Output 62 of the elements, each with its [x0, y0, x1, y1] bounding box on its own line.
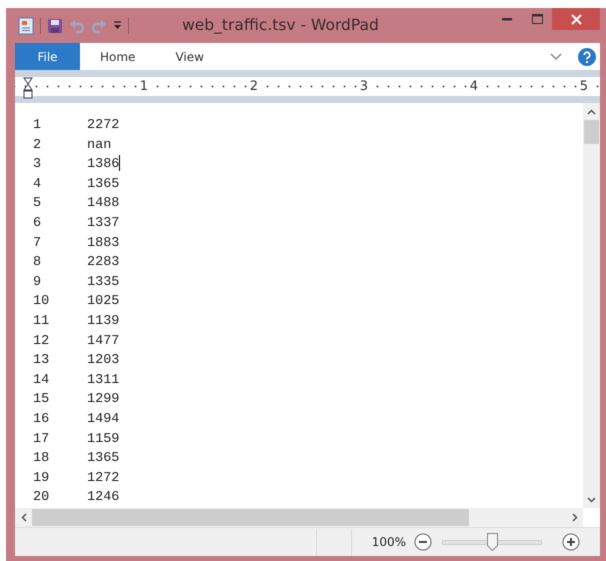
text-line: 1365	[87, 450, 120, 468]
text-line: 1494	[87, 410, 120, 429]
text-line: 16	[33, 410, 50, 429]
text-line: 13	[33, 352, 50, 370]
save-icon[interactable]	[47, 18, 63, 34]
file-menu-button[interactable]: File	[15, 43, 80, 70]
text-line: nan	[87, 136, 112, 155]
text-line: 1337	[87, 214, 120, 233]
close-button[interactable]	[552, 8, 600, 30]
text-line: 1272	[87, 470, 120, 488]
text-line: 18	[33, 450, 50, 468]
text-line: 1335	[87, 274, 120, 292]
collapse-ribbon-icon[interactable]	[550, 52, 562, 60]
text-line: 15	[33, 391, 50, 410]
close-icon	[570, 14, 582, 24]
minimize-icon	[502, 18, 512, 20]
text-line: 5	[33, 195, 42, 214]
text-line: 3	[33, 156, 42, 174]
scrollbar-thumb[interactable]	[32, 509, 469, 526]
chevron-up-icon	[587, 108, 596, 114]
text-line: 11	[33, 312, 50, 331]
text-line: 1246	[87, 489, 120, 508]
text-line: 8	[33, 254, 42, 272]
text-line: 17	[33, 430, 50, 448]
zoom-slider[interactable]	[442, 532, 542, 552]
chevron-left-icon	[20, 513, 26, 522]
text-line: 1365	[87, 176, 120, 194]
text-line: 1139	[87, 312, 120, 331]
text-line: 1883	[87, 234, 120, 253]
chevron-right-icon	[572, 513, 578, 522]
slider-thumb[interactable]	[487, 532, 498, 550]
window-title: web_traffic.tsv - WordPad	[181, 14, 380, 36]
document-icon[interactable]	[18, 16, 34, 34]
maximize-icon	[532, 14, 542, 24]
text-line: 7	[33, 234, 42, 253]
zoom-level: 100%	[372, 534, 406, 551]
text-line: 1159	[87, 430, 120, 448]
text-line: 10	[33, 293, 50, 312]
text-line: 1203	[87, 352, 120, 370]
text-line: 1477	[87, 332, 120, 351]
text-line: 19	[33, 470, 50, 488]
text-line: 2	[33, 136, 42, 155]
scrollbar-thumb[interactable]	[584, 120, 599, 144]
text-line: 2283	[87, 254, 120, 272]
text-line: 2272	[87, 117, 120, 135]
text-line: 12	[33, 332, 50, 351]
text-line: 14	[33, 372, 50, 390]
help-icon[interactable]	[578, 48, 596, 66]
text-line: 1	[33, 117, 42, 135]
text-line: 1488	[87, 195, 120, 214]
zoom-out-icon[interactable]	[414, 533, 432, 551]
customize-dropdown-icon[interactable]	[113, 21, 122, 30]
text-line: 6	[33, 214, 42, 233]
text-line: 1299	[87, 391, 120, 410]
text-line: 9	[33, 274, 42, 292]
text-line: 20	[33, 489, 50, 508]
text-line: 1386	[87, 156, 120, 174]
chevron-down-icon	[587, 496, 596, 502]
text-line: 4	[33, 176, 42, 194]
zoom-in-icon[interactable]	[562, 533, 580, 551]
text-line: 1025	[87, 293, 120, 312]
text-line: 1311	[87, 372, 120, 390]
